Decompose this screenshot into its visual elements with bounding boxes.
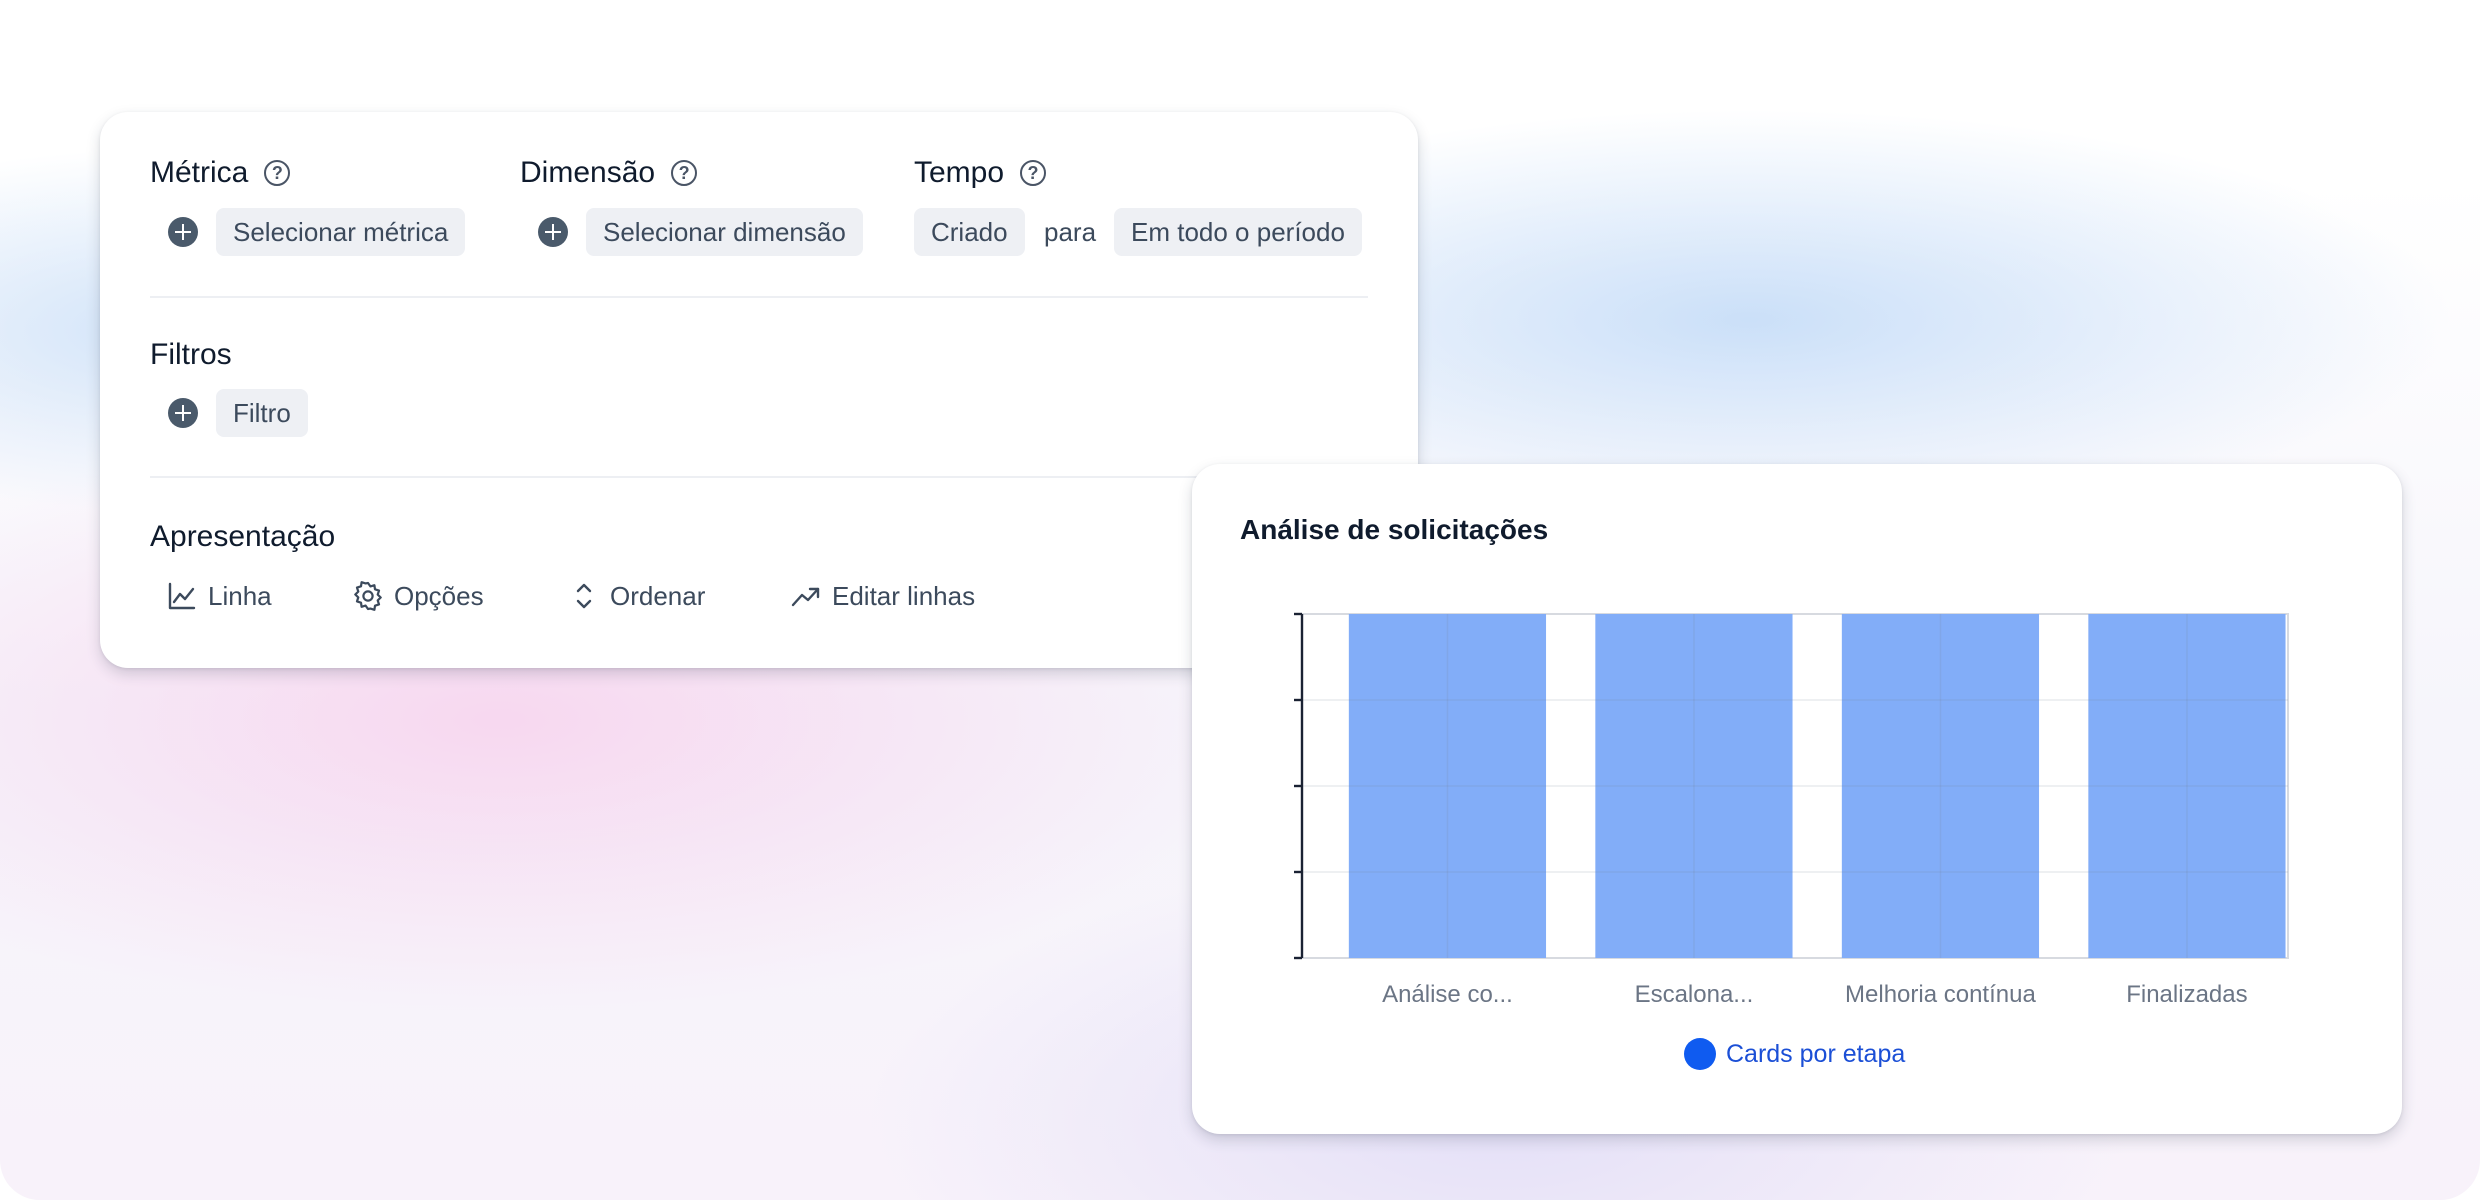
metric-title: Métrica xyxy=(150,156,249,189)
x-tick-label: Análise co... xyxy=(1382,981,1513,1008)
options-button[interactable]: Opções xyxy=(352,576,484,616)
add-filter-icon[interactable] xyxy=(168,398,198,428)
x-tick-label: Finalizadas xyxy=(2126,981,2247,1008)
options-label: Opções xyxy=(394,580,484,611)
edit-lines-button[interactable]: Editar linhas xyxy=(790,576,975,616)
sort-label: Ordenar xyxy=(610,580,706,611)
select-metric-button[interactable]: Selecionar métrica xyxy=(216,208,466,256)
x-tick-label: Escalona... xyxy=(1635,981,1754,1008)
legend-label: Cards por etapa xyxy=(1726,1039,1906,1068)
time-section: Tempo ? xyxy=(914,156,1047,190)
x-tick-label: Melhoria contínua xyxy=(1845,981,2036,1008)
add-dimension-icon[interactable] xyxy=(538,217,568,247)
presentation-section: Apresentação xyxy=(150,520,335,554)
line-chart-label: Linha xyxy=(208,580,272,611)
chart-card: Análise de solicitações Análise co... Esc… xyxy=(1192,464,2402,1134)
metric-help-icon[interactable]: ? xyxy=(264,160,291,186)
section-divider xyxy=(150,476,1368,478)
metric-section: Métrica ? xyxy=(150,156,291,190)
filters-title: Filtros xyxy=(150,338,232,371)
line-chart-icon xyxy=(168,582,196,610)
chart-legend[interactable]: Cards por etapa xyxy=(1684,1038,1905,1070)
time-range-button[interactable]: Em todo o período xyxy=(1114,208,1362,256)
select-dimension-button[interactable]: Selecionar dimensão xyxy=(586,208,863,256)
section-divider xyxy=(150,296,1368,298)
edit-lines-label: Editar linhas xyxy=(832,580,976,611)
filters-section: Filtros xyxy=(150,338,232,372)
bar-chart: Análise co... Escalona... Melhoria contínu… xyxy=(1294,612,2289,1008)
trend-arrow-icon xyxy=(791,587,820,607)
sort-button[interactable]: Ordenar xyxy=(568,576,705,616)
filter-button[interactable]: Filtro xyxy=(216,389,308,437)
add-metric-icon[interactable] xyxy=(168,217,198,247)
time-field-button[interactable]: Criado xyxy=(914,208,1025,256)
gear-icon xyxy=(354,581,382,611)
time-help-icon[interactable]: ? xyxy=(1020,160,1047,186)
time-connector: para xyxy=(1044,217,1097,247)
dimension-section: Dimensão ? xyxy=(520,156,698,190)
time-title: Tempo xyxy=(914,156,1005,189)
line-chart-button[interactable]: Linha xyxy=(166,576,272,616)
sort-chevrons-icon xyxy=(576,583,592,609)
dimension-help-icon[interactable]: ? xyxy=(671,160,698,186)
legend-swatch xyxy=(1684,1038,1716,1070)
dimension-title: Dimensão xyxy=(520,156,656,189)
presentation-title: Apresentação xyxy=(150,520,336,553)
